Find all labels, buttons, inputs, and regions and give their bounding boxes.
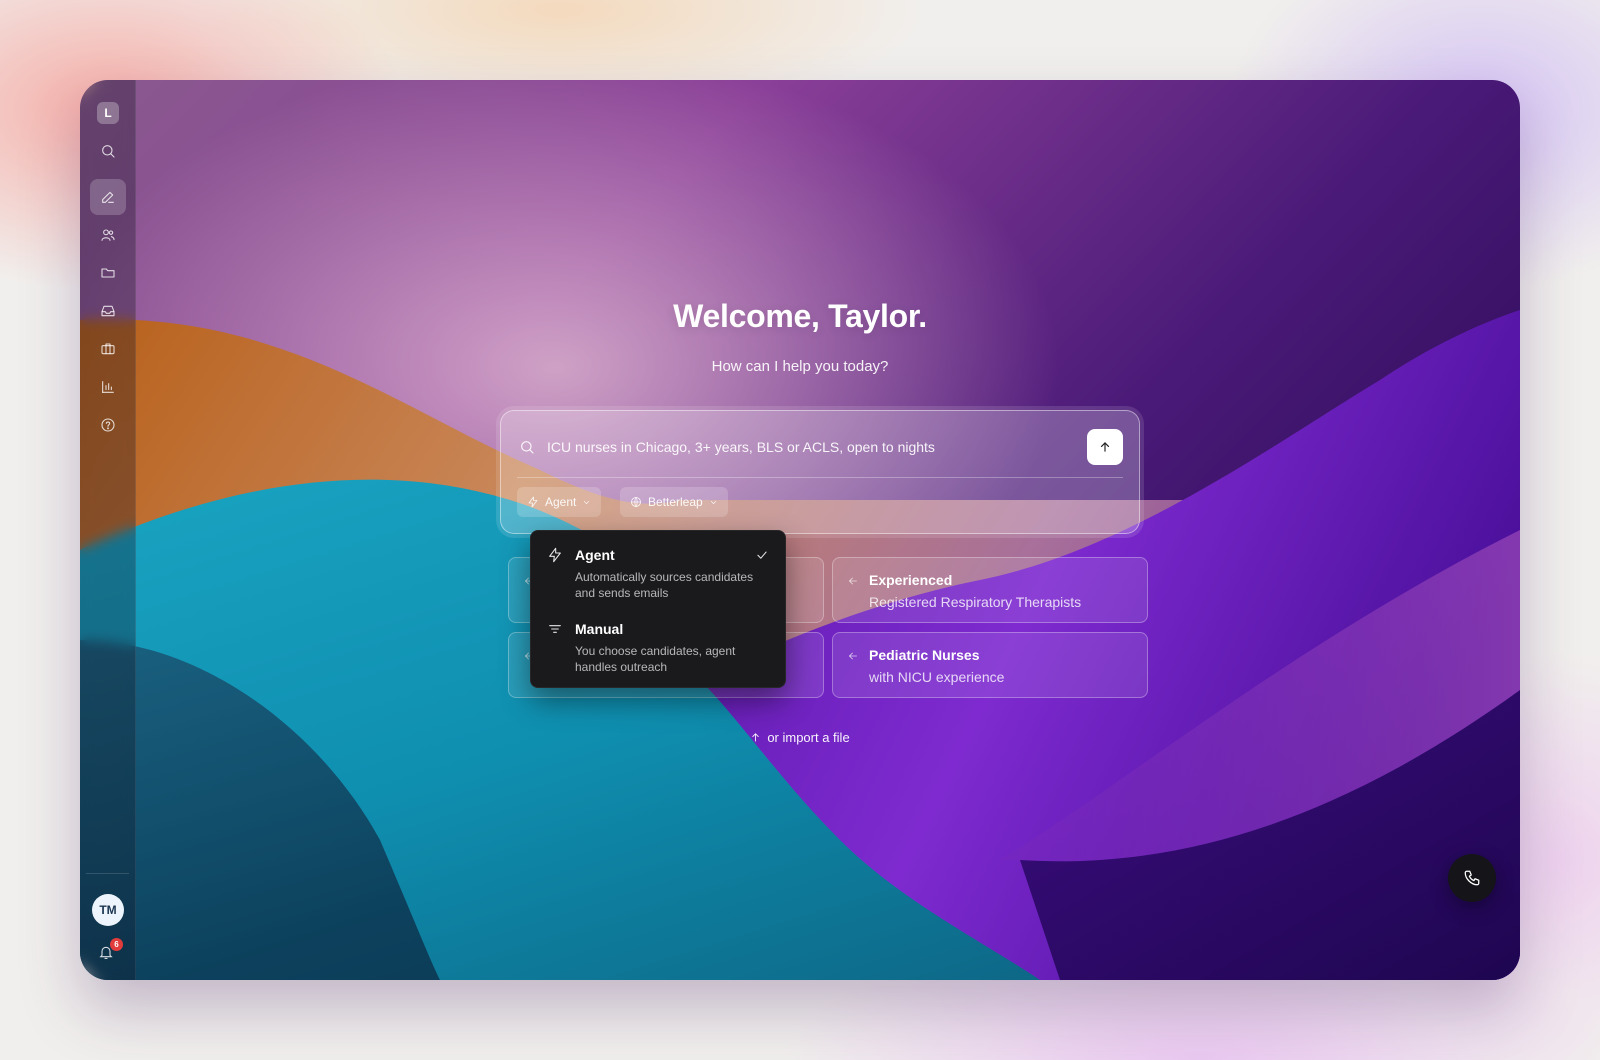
prompt-input[interactable] bbox=[547, 431, 1067, 463]
filter-icon bbox=[547, 621, 563, 642]
arrow-left-icon bbox=[847, 574, 859, 592]
prompt-divider bbox=[517, 477, 1123, 478]
menu-item-manual[interactable]: Manual You choose candidates, agent hand… bbox=[531, 605, 785, 677]
source-selector[interactable]: Betterleap bbox=[620, 487, 728, 517]
send-button[interactable] bbox=[1087, 429, 1123, 465]
mode-selector-label: Agent bbox=[545, 495, 577, 509]
notifications-button[interactable]: 6 bbox=[98, 938, 123, 964]
checkmark-icon bbox=[755, 548, 769, 567]
prompt-search-icon bbox=[519, 439, 535, 460]
pencil-icon bbox=[102, 191, 114, 203]
chevron-down-icon bbox=[710, 500, 716, 504]
suggestion-card[interactable]: Experienced Registered Respiratory Thera… bbox=[832, 557, 1148, 623]
lightning-icon bbox=[528, 496, 538, 508]
source-selector-label: Betterleap bbox=[648, 495, 703, 509]
app-window: L TM 6 Welcome, Taylor. How can I help y… bbox=[80, 80, 1520, 980]
arrow-up-icon bbox=[752, 733, 759, 742]
sidebar-item-search[interactable] bbox=[90, 133, 126, 169]
menu-item-description: Automatically sources candidates and sen… bbox=[575, 570, 754, 600]
sidebar-divider bbox=[86, 873, 129, 874]
page-title: Welcome, Taylor. bbox=[673, 298, 927, 334]
mode-selector[interactable]: Agent bbox=[517, 487, 602, 517]
phone-icon bbox=[1464, 870, 1480, 886]
sidebar: L TM 6 bbox=[80, 80, 136, 980]
sidebar-item-help[interactable] bbox=[90, 407, 126, 443]
import-file-link[interactable]: or import a file bbox=[80, 730, 1520, 745]
suggestion-title: Experienced bbox=[869, 572, 953, 588]
menu-item-description: You choose candidates, agent handles out… bbox=[575, 644, 736, 674]
sidebar-item-new-chat[interactable] bbox=[90, 179, 126, 215]
menu-item-agent[interactable]: Agent Automatically sources candidates a… bbox=[531, 531, 785, 603]
users-icon bbox=[101, 229, 115, 241]
mode-dropdown-menu: Agent Automatically sources candidates a… bbox=[530, 530, 786, 688]
page-subtitle: How can I help you today? bbox=[711, 358, 889, 375]
prompt-box: Agent Betterleap bbox=[500, 410, 1140, 534]
search-icon bbox=[102, 145, 115, 158]
suggestion-title: Pediatric Nurses bbox=[869, 647, 980, 663]
lightning-icon bbox=[547, 547, 563, 568]
suggestion-subtitle: with NICU experience bbox=[869, 669, 1005, 685]
suggestion-subtitle: Registered Respiratory Therapists bbox=[869, 594, 1082, 610]
notification-badge: 6 bbox=[110, 938, 123, 951]
bar-chart-icon bbox=[102, 381, 114, 393]
folder-icon bbox=[101, 268, 115, 278]
menu-item-label: Manual bbox=[575, 621, 624, 637]
import-file-label: or import a file bbox=[767, 730, 850, 745]
sidebar-item-projects[interactable] bbox=[90, 255, 126, 291]
sidebar-item-people[interactable] bbox=[90, 217, 126, 253]
chevron-down-icon bbox=[584, 500, 590, 504]
menu-item-label: Agent bbox=[575, 547, 615, 563]
call-button[interactable] bbox=[1448, 854, 1496, 902]
avatar[interactable]: TM bbox=[92, 894, 124, 926]
arrow-left-icon bbox=[847, 649, 859, 667]
arrow-up-icon bbox=[1100, 442, 1110, 452]
briefcase-icon bbox=[101, 343, 115, 355]
help-circle-icon bbox=[101, 418, 115, 432]
globe-icon bbox=[631, 497, 641, 507]
suggestion-card[interactable]: Pediatric Nurses with NICU experience bbox=[832, 632, 1148, 698]
app-logo[interactable]: L bbox=[97, 102, 119, 124]
